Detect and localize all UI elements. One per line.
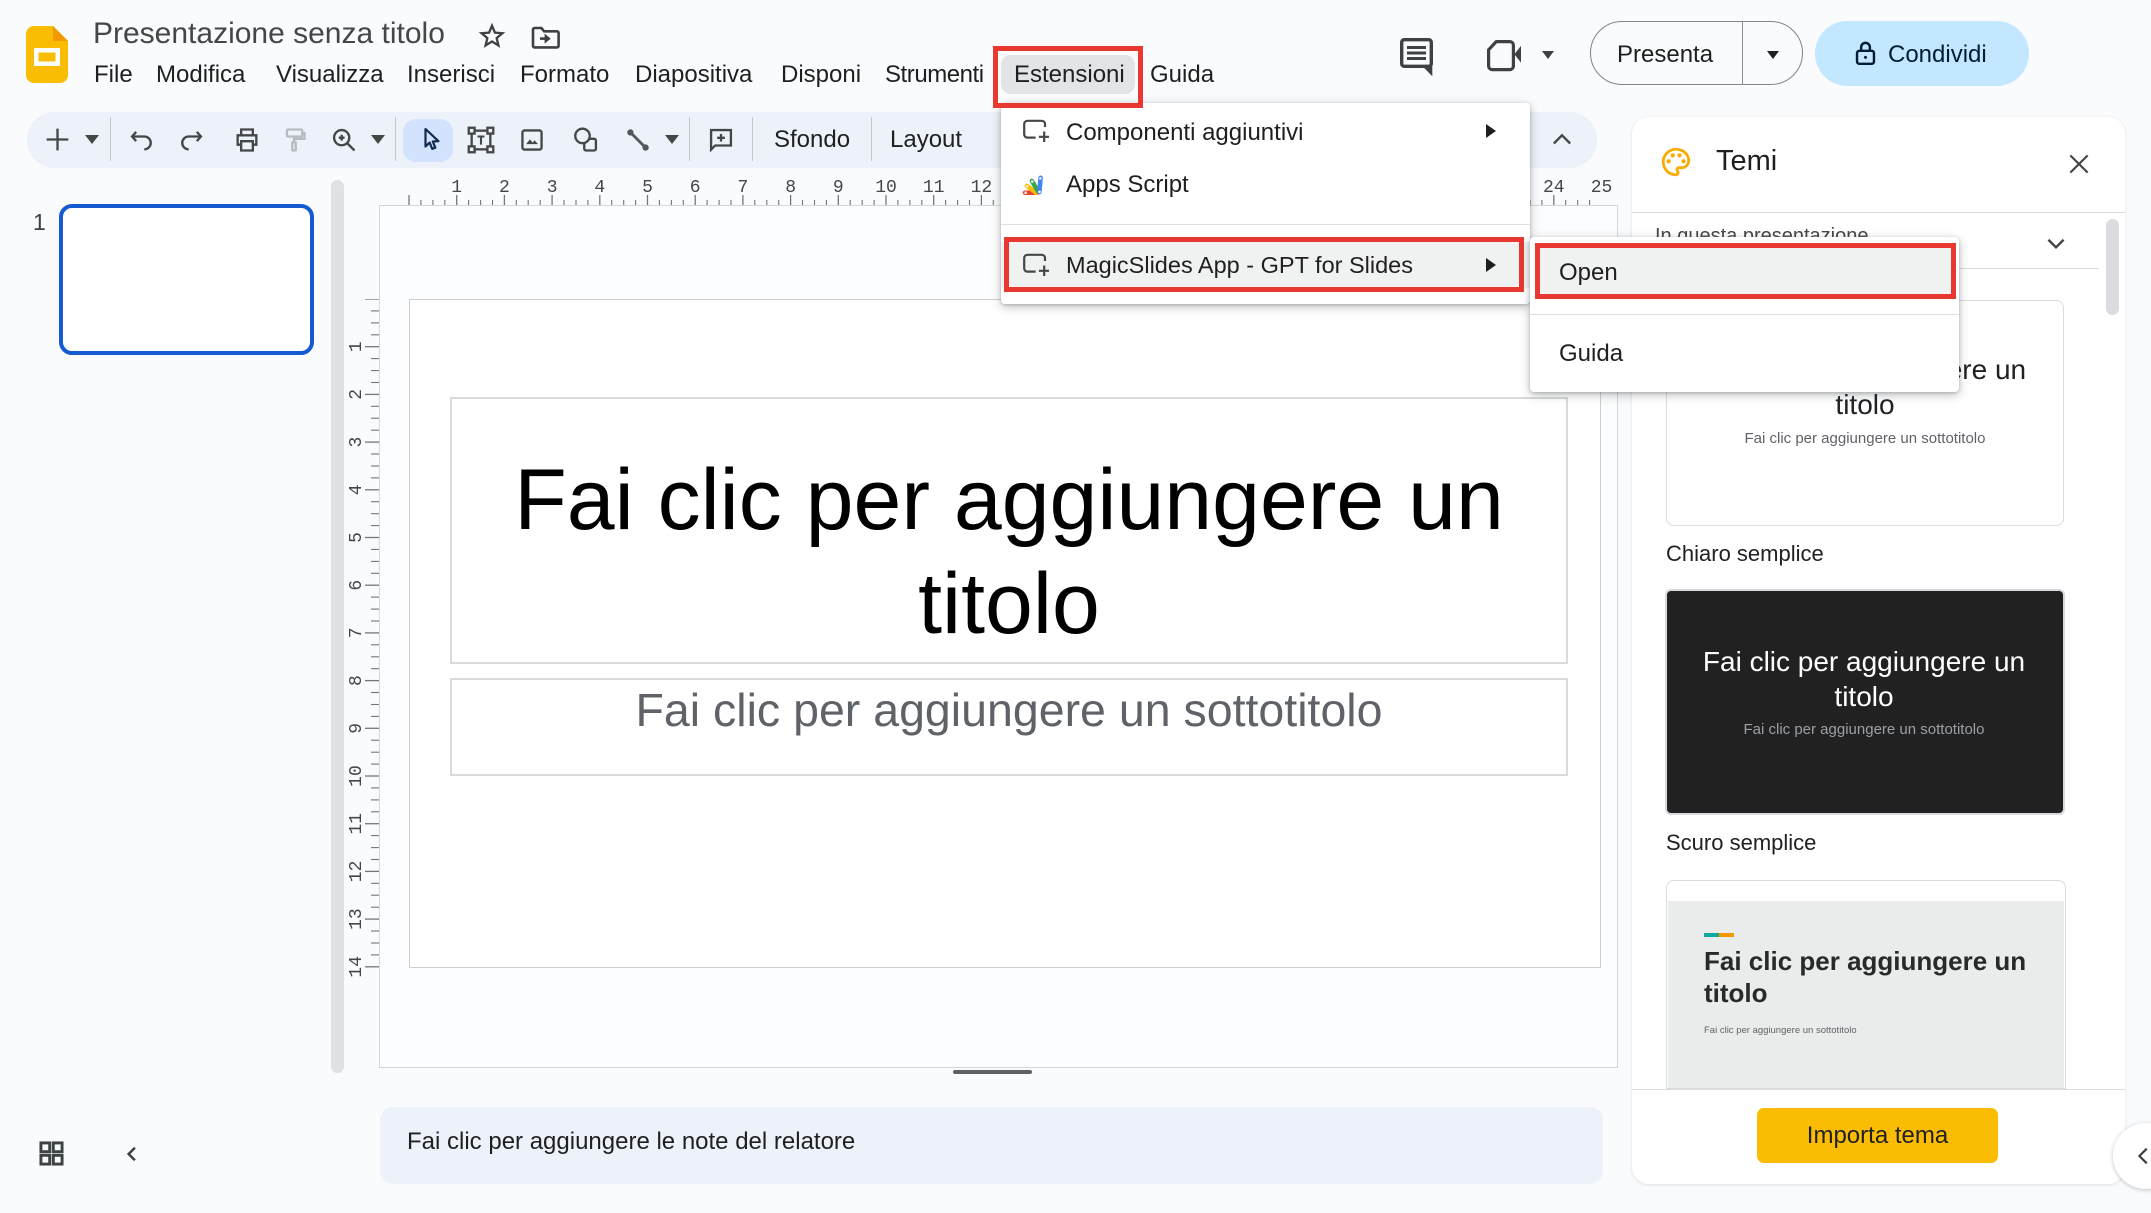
svg-text:7: 7 bbox=[737, 178, 748, 198]
svg-text:14: 14 bbox=[347, 956, 367, 978]
svg-text:1: 1 bbox=[347, 341, 367, 352]
svg-text:10: 10 bbox=[347, 765, 367, 787]
svg-text:9: 9 bbox=[833, 178, 844, 198]
svg-text:2: 2 bbox=[499, 178, 510, 198]
svg-text:8: 8 bbox=[347, 675, 367, 686]
svg-text:9: 9 bbox=[347, 723, 367, 734]
svg-text:13: 13 bbox=[347, 908, 367, 930]
svg-text:8: 8 bbox=[785, 178, 796, 198]
svg-text:5: 5 bbox=[347, 532, 367, 543]
svg-text:10: 10 bbox=[875, 178, 897, 198]
svg-text:3: 3 bbox=[547, 178, 558, 198]
svg-text:5: 5 bbox=[642, 178, 653, 198]
svg-text:12: 12 bbox=[971, 178, 993, 198]
svg-text:11: 11 bbox=[923, 178, 945, 198]
svg-text:2: 2 bbox=[347, 389, 367, 400]
svg-text:6: 6 bbox=[347, 580, 367, 591]
svg-text:7: 7 bbox=[347, 627, 367, 638]
svg-text:25: 25 bbox=[1591, 178, 1613, 198]
svg-text:12: 12 bbox=[347, 861, 367, 883]
svg-text:4: 4 bbox=[594, 178, 605, 198]
svg-text:24: 24 bbox=[1543, 178, 1565, 198]
svg-text:6: 6 bbox=[690, 178, 701, 198]
svg-text:4: 4 bbox=[347, 484, 367, 495]
svg-text:3: 3 bbox=[347, 437, 367, 448]
svg-text:11: 11 bbox=[347, 813, 367, 835]
svg-text:1: 1 bbox=[451, 178, 462, 198]
